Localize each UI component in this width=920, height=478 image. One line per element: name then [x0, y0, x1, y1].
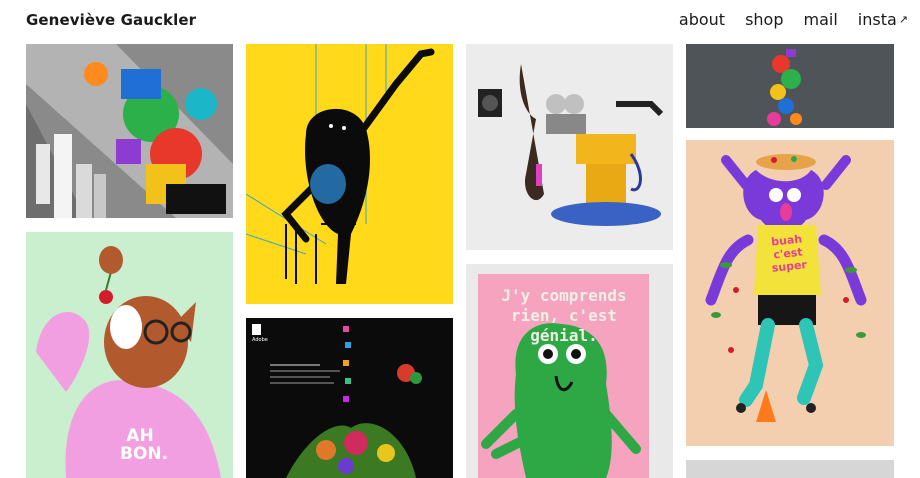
artwork-black-figure-yellow[interactable] [246, 44, 453, 304]
poster-headline-line1: J'y comprends [501, 286, 627, 305]
partial-tile-illustration [686, 460, 894, 478]
poster-headline-line2: rien, c'est génial. [511, 306, 617, 345]
artwork-adobe-creative-suite[interactable]: Adobe [246, 318, 453, 478]
nav-insta-link[interactable]: insta ↗ [858, 10, 908, 29]
artwork-fox-eating-cherry[interactable]: AH BON. [26, 232, 233, 478]
artwork-robot-city[interactable] [26, 44, 233, 218]
pizza-dancer-illustration [686, 140, 894, 446]
main-nav: about shop mail insta ↗ [679, 10, 908, 29]
robot-arm-illustration [466, 44, 673, 250]
nav-about-link[interactable]: about [679, 10, 725, 29]
artwork-colorful-figure-slate[interactable] [686, 44, 894, 128]
slate-figure-illustration [686, 44, 894, 128]
black-figure-illustration [246, 44, 453, 304]
poster-headline: J'y comprends rien, c'est génial. [474, 286, 654, 346]
nav-mail-link[interactable]: mail [804, 10, 838, 29]
fox-shirt-text: AH BON. [120, 426, 169, 464]
top-bar: Geneviève Gauckler about shop mail insta… [0, 0, 920, 42]
external-link-icon: ↗ [898, 13, 908, 26]
fox-shirt-line1: AH [126, 426, 154, 446]
nav-insta-label: insta [857, 10, 897, 29]
site-title[interactable]: Geneviève Gauckler [26, 11, 196, 29]
fox-shirt-line2: BON. [120, 444, 169, 464]
artwork-jy-comprends-poster[interactable]: J'y comprends rien, c'est génial. [466, 264, 673, 478]
artwork-robot-arm-creature[interactable] [466, 44, 673, 250]
artwork-next-tile-partial[interactable] [686, 460, 894, 478]
artwork-pizza-dancer[interactable]: buah c'est super [686, 140, 894, 446]
pizza-shirt-text: buah c'est super [770, 232, 808, 275]
nav-shop-link[interactable]: shop [745, 10, 783, 29]
adobe-logo: Adobe [252, 337, 268, 343]
robot-city-illustration [26, 44, 233, 218]
adobe-poster-illustration [246, 318, 453, 478]
